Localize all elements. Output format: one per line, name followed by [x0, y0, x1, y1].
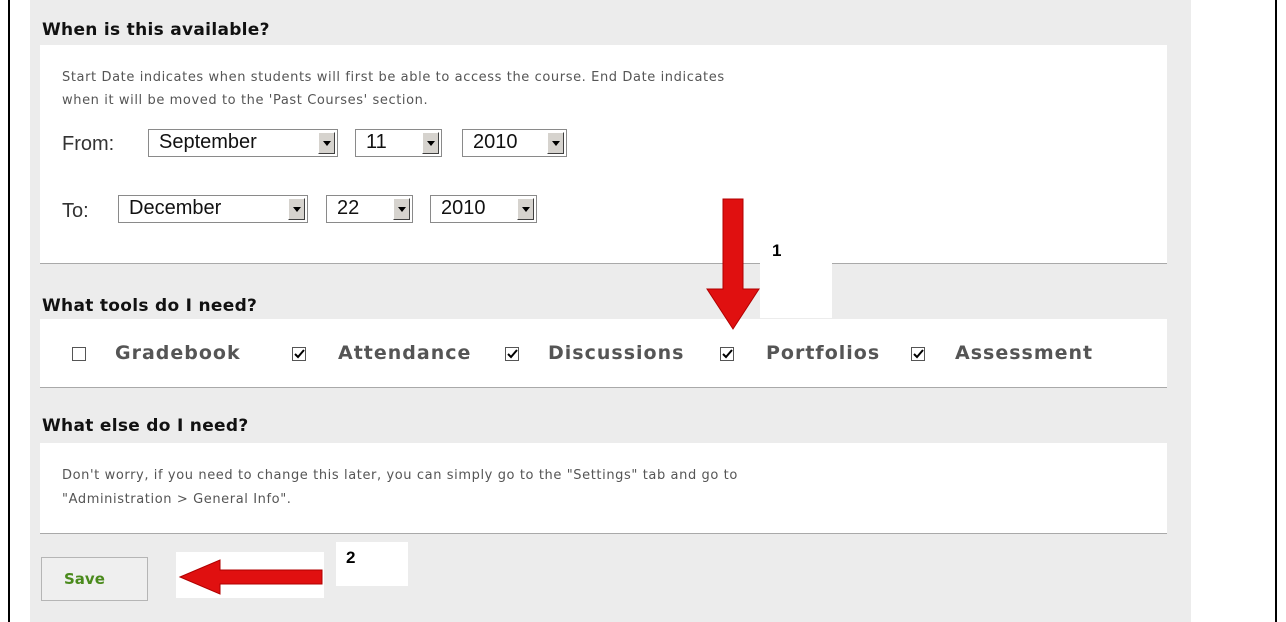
gradebook-checkbox[interactable] [72, 347, 86, 361]
to-month-value: December [129, 197, 222, 219]
chevron-down-icon[interactable] [288, 198, 305, 220]
checkmark-icon [722, 349, 733, 359]
attendance-checkbox[interactable] [292, 347, 306, 361]
assessment-label: Assessment [955, 342, 1094, 364]
chevron-down-icon[interactable] [318, 132, 335, 154]
gradebook-label: Gradebook [115, 342, 241, 364]
else-desc-line1: Don't worry, if you need to change this … [62, 468, 738, 483]
from-year-value: 2010 [473, 131, 518, 153]
portfolios-checkbox[interactable] [720, 347, 734, 361]
marker-1-box: 1 [760, 238, 832, 318]
checkmark-icon [294, 349, 305, 359]
availability-desc-line1: Start Date indicates when students will … [62, 70, 725, 85]
marker-2-box: 2 [336, 542, 408, 586]
marker-1: 1 [772, 241, 782, 260]
chevron-down-icon[interactable] [517, 198, 534, 220]
from-day-value: 11 [366, 131, 387, 153]
to-month-select[interactable]: December [118, 195, 308, 223]
marker-2: 2 [346, 548, 356, 567]
down-arrow-icon [706, 198, 760, 330]
discussions-label: Discussions [548, 342, 685, 364]
to-label: To: [62, 200, 89, 222]
save-button[interactable]: Save [41, 557, 148, 601]
to-year-value: 2010 [441, 197, 486, 219]
to-day-select[interactable]: 22 [326, 195, 413, 223]
else-desc-line2: "Administration > General Info". [62, 492, 292, 507]
from-month-select[interactable]: September [148, 129, 338, 157]
assessment-checkbox[interactable] [911, 347, 925, 361]
from-month-value: September [159, 131, 257, 153]
chevron-down-icon[interactable] [547, 132, 564, 154]
checkmark-icon [913, 349, 924, 359]
to-day-value: 22 [337, 197, 360, 219]
availability-desc-line2: when it will be moved to the 'Past Cours… [62, 93, 429, 108]
to-year-select[interactable]: 2010 [430, 195, 537, 223]
attendance-label: Attendance [338, 342, 472, 364]
tools-heading: What tools do I need? [42, 296, 258, 316]
from-year-select[interactable]: 2010 [462, 129, 567, 157]
availability-heading: When is this available? [42, 20, 270, 40]
chevron-down-icon[interactable] [393, 198, 410, 220]
discussions-checkbox[interactable] [505, 347, 519, 361]
else-heading: What else do I need? [42, 416, 249, 436]
left-arrow-icon [178, 559, 323, 595]
from-day-select[interactable]: 11 [355, 129, 442, 157]
checkmark-icon [507, 349, 518, 359]
portfolios-label: Portfolios [766, 342, 881, 364]
chevron-down-icon[interactable] [422, 132, 439, 154]
from-label: From: [62, 133, 115, 155]
